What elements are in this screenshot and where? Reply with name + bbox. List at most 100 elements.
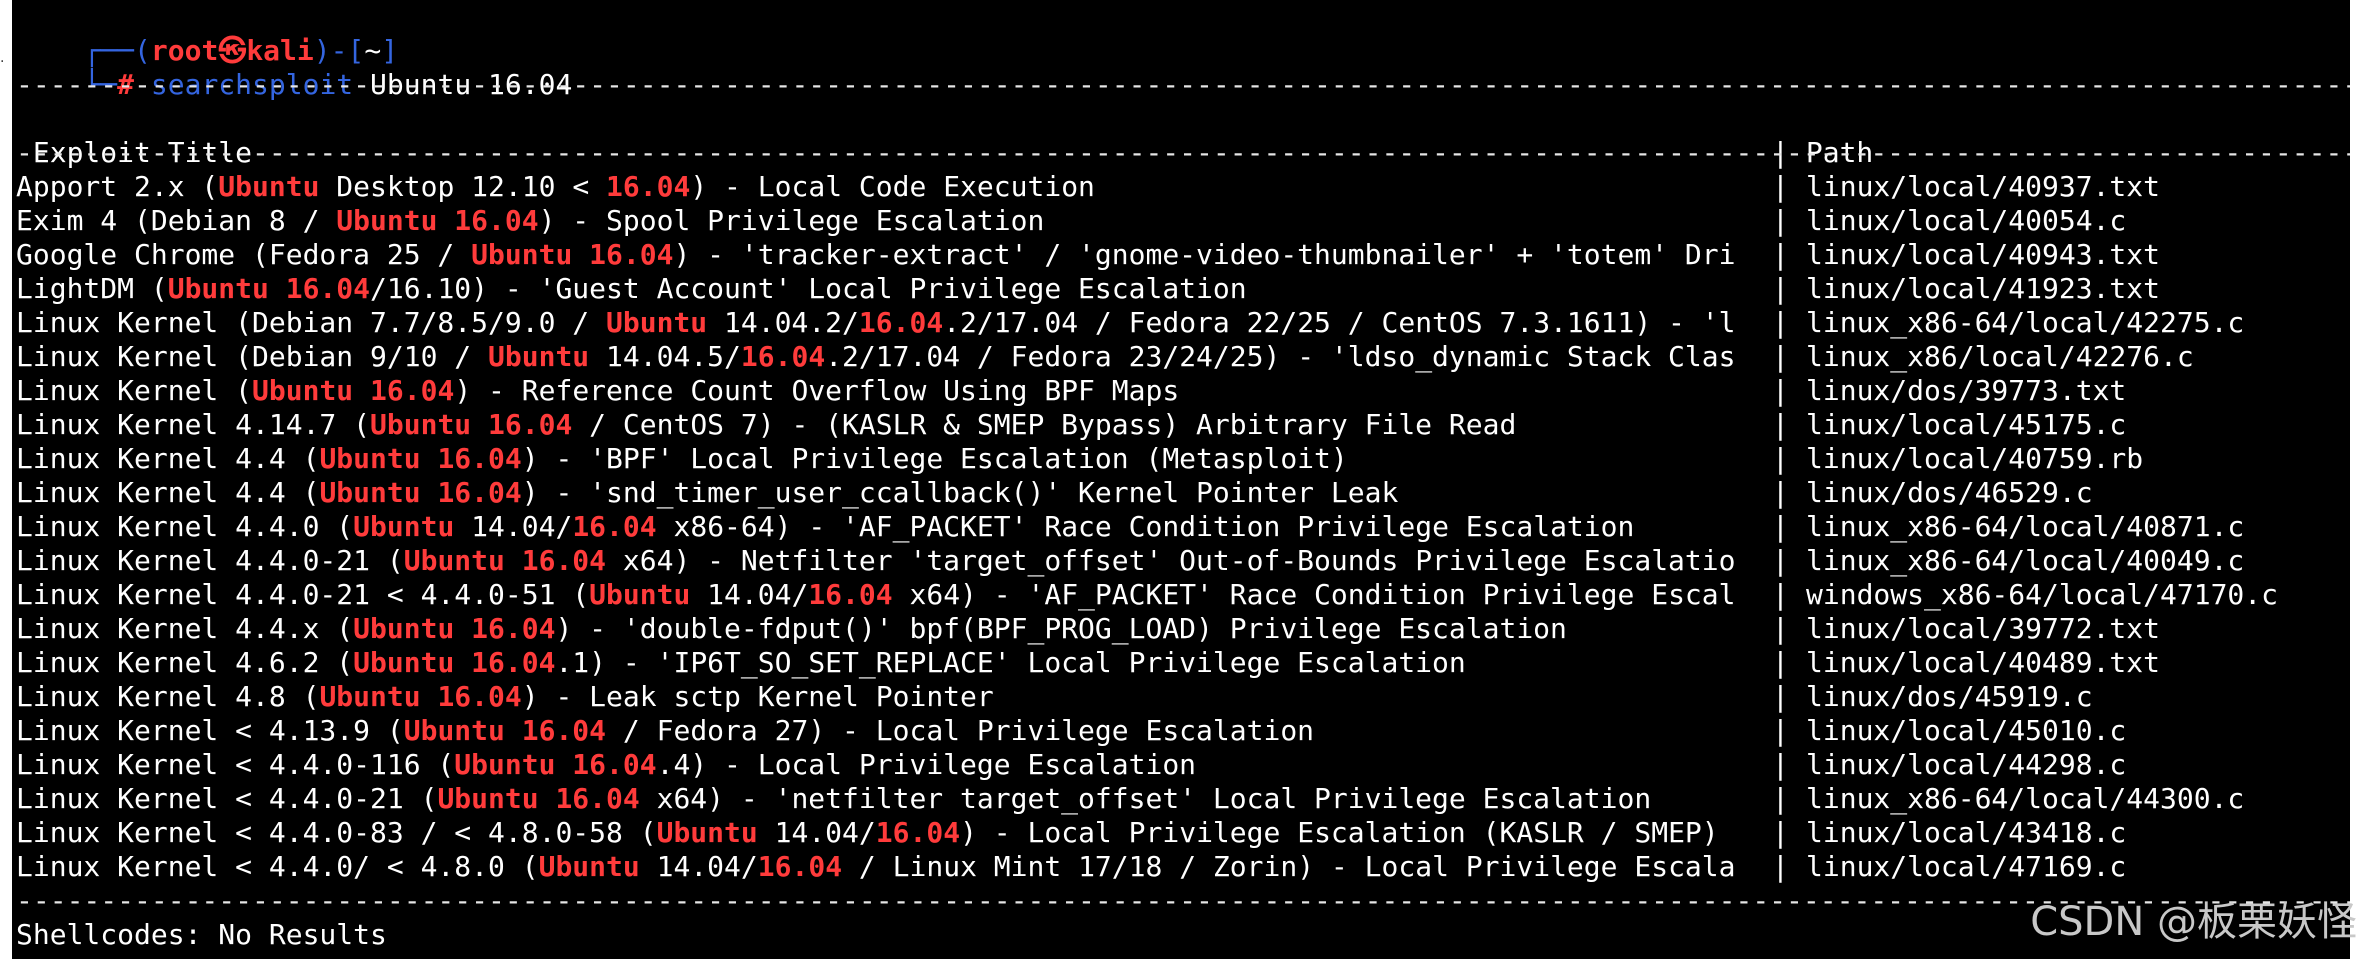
column-divider: | bbox=[1772, 544, 1789, 577]
search-highlight: Ubuntu 16.04 bbox=[454, 748, 657, 781]
search-highlight: 16.04 bbox=[875, 816, 961, 849]
title-text: Desktop 12.10 < bbox=[319, 170, 607, 203]
search-highlight: Ubuntu 16.04 bbox=[437, 782, 640, 815]
exploit-path[interactable]: linux/dos/46529.c bbox=[1806, 476, 2093, 510]
column-divider: | bbox=[1772, 238, 1789, 271]
search-highlight: Ubuntu bbox=[218, 170, 320, 203]
exploit-path[interactable]: linux/local/43418.c bbox=[1806, 816, 2126, 850]
exploit-title: Linux Kernel 4.14.7 (Ubuntu 16.04 / Cent… bbox=[16, 408, 1516, 442]
title-text: Linux Kernel 4.4 ( bbox=[16, 476, 320, 509]
title-text: Linux Kernel 4.6.2 ( bbox=[16, 646, 354, 679]
exploit-path[interactable]: linux/local/40759.rb bbox=[1806, 442, 2143, 476]
column-divider: | bbox=[1772, 476, 1789, 509]
column-divider: | bbox=[1772, 442, 1789, 475]
title-text: 14.04/ bbox=[690, 578, 809, 611]
title-text: ) - 'tracker-extract' / 'gnome-video-thu… bbox=[673, 238, 1736, 271]
title-text: Linux Kernel (Debian 7.7/8.5/9.0 / bbox=[16, 306, 607, 339]
title-text: Linux Kernel 4.4 ( bbox=[16, 442, 320, 475]
search-highlight: 16.04 bbox=[808, 578, 893, 611]
exploit-title: Linux Kernel < 4.4.0/ < 4.8.0 (Ubuntu 14… bbox=[16, 850, 1736, 884]
column-divider: | bbox=[1772, 374, 1789, 407]
title-text: Linux Kernel 4.4.x ( bbox=[16, 612, 354, 645]
title-text: Linux Kernel (Debian 9/10 / bbox=[16, 340, 489, 373]
title-text: ) - Spool Privilege Escalation bbox=[538, 204, 1045, 237]
title-text: 14.04/ bbox=[639, 850, 758, 883]
command-line[interactable]: └─# searchsploit Ubuntu 16.04 bbox=[16, 34, 572, 101]
exploit-path[interactable]: linux/local/40937.txt bbox=[1806, 170, 2160, 204]
search-highlight: Ubuntu 16.04 bbox=[319, 442, 522, 475]
exploit-path[interactable]: linux/local/41923.txt bbox=[1806, 272, 2160, 306]
exploit-title: Linux Kernel < 4.4.0-116 (Ubuntu 16.04.4… bbox=[16, 748, 1196, 782]
title-text: x64) - 'netfilter target_offset' Local P… bbox=[639, 782, 1652, 815]
exploit-path[interactable]: linux/dos/39773.txt bbox=[1806, 374, 2126, 408]
exploit-path[interactable]: linux/local/39772.txt bbox=[1806, 612, 2160, 646]
exploit-path[interactable]: linux/local/47169.c bbox=[1806, 850, 2126, 884]
title-text: 14.04/ bbox=[454, 510, 573, 543]
column-divider: | bbox=[1772, 306, 1789, 339]
exploit-path[interactable]: linux_x86-64/local/44300.c bbox=[1806, 782, 2244, 816]
column-divider: | bbox=[1772, 850, 1789, 883]
title-text: .4) - Local Privilege Escalation bbox=[656, 748, 1197, 781]
exploit-title: Linux Kernel 4.4 (Ubuntu 16.04) - 'BPF' … bbox=[16, 442, 1348, 476]
search-highlight: 16.04 bbox=[606, 170, 691, 203]
exploit-path[interactable]: linux/local/40054.c bbox=[1806, 204, 2126, 238]
exploit-title: Linux Kernel 4.6.2 (Ubuntu 16.04.1) - 'I… bbox=[16, 646, 1466, 680]
title-text: 14.04/ bbox=[757, 816, 876, 849]
exploit-title: Linux Kernel 4.4.x (Ubuntu 16.04) - 'dou… bbox=[16, 612, 1567, 646]
title-text: Linux Kernel < 4.4.0-116 ( bbox=[16, 748, 455, 781]
exploit-title: Linux Kernel < 4.4.0-21 (Ubuntu 16.04 x6… bbox=[16, 782, 1651, 816]
search-highlight: 16.04 bbox=[572, 510, 657, 543]
results-header: Exploit Title | Path bbox=[16, 102, 1873, 169]
exploit-path[interactable]: linux_x86/local/42276.c bbox=[1806, 340, 2194, 374]
title-text: Linux Kernel < 4.4.0-83 / < 4.8.0-58 ( bbox=[16, 816, 657, 849]
search-highlight: 16.04 bbox=[757, 850, 843, 883]
separator-top: ----------------------------------------… bbox=[16, 68, 2350, 101]
search-highlight: Ubuntu bbox=[589, 578, 691, 611]
exploit-path[interactable]: windows_x86-64/local/47170.c bbox=[1806, 578, 2278, 612]
title-text: ) - Local Code Execution bbox=[690, 170, 1095, 203]
exploit-path[interactable]: linux/local/45175.c bbox=[1806, 408, 2126, 442]
title-text: Exim 4 (Debian 8 / bbox=[16, 204, 337, 237]
exploit-path[interactable]: linux_x86-64/local/40871.c bbox=[1806, 510, 2244, 544]
title-text: ) - Leak sctp Kernel Pointer bbox=[521, 680, 994, 713]
prompt-header-line: ┌──(root㉿kali)-[~] bbox=[16, 0, 398, 67]
exploit-path[interactable]: linux/local/45010.c bbox=[1806, 714, 2126, 748]
title-text: Linux Kernel ( bbox=[16, 374, 253, 407]
exploit-title: Linux Kernel 4.4.0-21 < 4.4.0-51 (Ubuntu… bbox=[16, 578, 1736, 612]
title-text: Linux Kernel 4.4.0-21 < 4.4.0-51 ( bbox=[16, 578, 590, 611]
column-divider: | bbox=[1772, 510, 1789, 543]
search-highlight: 16.04 bbox=[740, 340, 826, 373]
search-highlight: Ubuntu 16.04 bbox=[167, 272, 371, 305]
exploit-path[interactable]: linux/local/40489.txt bbox=[1806, 646, 2160, 680]
separator-header: ----------------------------------------… bbox=[16, 136, 2350, 169]
title-text: 14.04.2/ bbox=[707, 306, 859, 339]
title-text: ) - Local Privilege Escalation (KASLR / … bbox=[960, 816, 1719, 849]
title-text: Linux Kernel < 4.4.0-21 ( bbox=[16, 782, 438, 815]
title-text: Linux Kernel 4.8 ( bbox=[16, 680, 320, 713]
search-highlight: Ubuntu 16.04 bbox=[403, 714, 607, 747]
title-text: / Fedora 27) - Local Privilege Escalatio… bbox=[606, 714, 1315, 747]
title-text: .2/17.04 / Fedora 22/25 / CentOS 7.3.161… bbox=[943, 306, 1736, 339]
title-text: .2/17.04 / Fedora 23/24/25) - 'ldso_dyna… bbox=[825, 340, 1736, 373]
title-text: Linux Kernel 4.4.0 ( bbox=[16, 510, 354, 543]
column-divider: | bbox=[1772, 714, 1789, 747]
exploit-path[interactable]: linux/local/44298.c bbox=[1806, 748, 2126, 782]
exploit-title: Apport 2.x (Ubuntu Desktop 12.10 < 16.04… bbox=[16, 170, 1095, 204]
search-highlight: Ubuntu 16.04 bbox=[319, 476, 522, 509]
title-text: .1) - 'IP6T_SO_SET_REPLACE' Local Privil… bbox=[555, 646, 1466, 679]
title-text: ) - Reference Count Overflow Using BPF M… bbox=[454, 374, 1180, 407]
column-divider: | bbox=[1772, 272, 1789, 305]
separator-bottom: ----------------------------------------… bbox=[16, 884, 2350, 917]
column-divider: | bbox=[1772, 782, 1789, 815]
csdn-watermark: CSDN @板栗妖怪 bbox=[2030, 899, 2357, 945]
column-divider: | bbox=[1772, 816, 1789, 849]
column-divider: | bbox=[1772, 646, 1789, 679]
search-highlight: Ubuntu bbox=[606, 306, 708, 339]
exploit-title: Linux Kernel < 4.13.9 (Ubuntu 16.04 / Fe… bbox=[16, 714, 1314, 748]
shellcodes-status: Shellcodes: No Results bbox=[16, 918, 387, 951]
terminal-window[interactable]: ┌──(root㉿kali)-[~] └─# searchsploit Ubun… bbox=[12, 0, 2350, 959]
exploit-path[interactable]: linux_x86-64/local/42275.c bbox=[1806, 306, 2244, 340]
exploit-path[interactable]: linux/local/40943.txt bbox=[1806, 238, 2160, 272]
exploit-path[interactable]: linux/dos/45919.c bbox=[1806, 680, 2093, 714]
exploit-path[interactable]: linux_x86-64/local/40049.c bbox=[1806, 544, 2244, 578]
